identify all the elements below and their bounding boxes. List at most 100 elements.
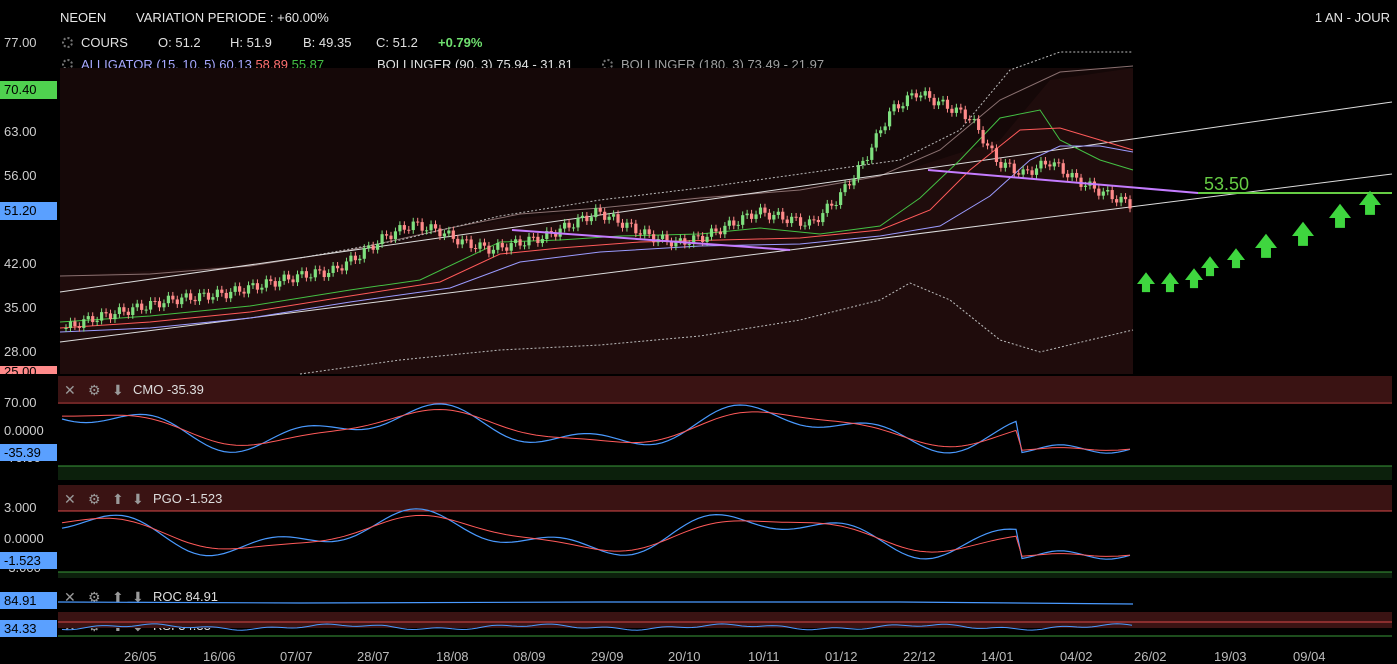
candle-body — [229, 291, 233, 299]
candle-body — [1008, 162, 1012, 164]
candle-body — [959, 107, 963, 110]
up-arrow-icon — [1201, 256, 1219, 277]
x-tick-label: 26/02 — [1134, 649, 1167, 664]
candle-body — [1115, 199, 1119, 203]
candle-body — [798, 217, 803, 226]
candle-body — [73, 321, 77, 327]
candle-body — [514, 239, 518, 244]
candle-body — [527, 236, 531, 246]
candle-body — [856, 165, 861, 179]
candle-body — [718, 231, 723, 235]
candle-body — [540, 238, 544, 244]
candle-body — [157, 301, 162, 308]
candle-body — [981, 129, 985, 144]
candle-body — [358, 258, 362, 261]
candle-body — [122, 307, 126, 312]
candle-body — [589, 217, 593, 222]
roc-line — [57, 601, 1134, 605]
candle-body — [741, 215, 745, 225]
candle-body — [1039, 160, 1043, 169]
candle-body — [126, 311, 130, 316]
candle-body — [1066, 173, 1070, 178]
candle-body — [843, 184, 847, 193]
candle-body — [291, 279, 295, 283]
candle-body — [968, 119, 972, 121]
candle-body — [598, 208, 602, 212]
candle-body — [251, 283, 255, 286]
candle-body — [932, 97, 936, 106]
up-arrow-icon — [1227, 248, 1245, 269]
candle-body — [162, 303, 166, 308]
price-chart[interactable]: 53.50 — [0, 0, 1397, 380]
candle-body — [398, 225, 402, 232]
up-arrow-icon — [1292, 221, 1314, 246]
candle-body — [785, 219, 789, 224]
candle-body — [206, 292, 211, 300]
candle-body — [870, 147, 874, 160]
candle-body — [594, 208, 598, 218]
candle-body — [905, 95, 910, 107]
candle-body — [883, 126, 887, 131]
candle-body — [1070, 172, 1074, 178]
candle-body — [300, 271, 304, 275]
candle-body — [1034, 168, 1039, 175]
candle-body — [977, 118, 981, 130]
candle-body — [144, 309, 148, 311]
candle-body — [660, 234, 665, 239]
candle-body — [282, 274, 286, 282]
candle-body — [393, 231, 398, 240]
candle-body — [629, 222, 633, 224]
up-arrow-icon — [1329, 203, 1351, 228]
candle-body — [776, 211, 780, 215]
candle-body — [1012, 163, 1016, 174]
candle-body — [425, 230, 429, 232]
candle-body — [852, 178, 856, 186]
candle-body — [496, 242, 500, 250]
candle-body — [402, 225, 406, 230]
candle-body — [465, 239, 469, 241]
candle-body — [166, 295, 170, 304]
candle-body — [945, 99, 950, 109]
candle-body — [607, 216, 611, 220]
x-tick-label: 28/07 — [357, 649, 390, 664]
candle-body — [732, 220, 736, 226]
candle-body — [135, 303, 139, 308]
x-tick-label: 20/10 — [668, 649, 701, 664]
candle-body — [264, 279, 268, 288]
candle-body — [585, 215, 589, 222]
candle-body — [322, 270, 326, 278]
x-tick-label: 08/09 — [513, 649, 546, 664]
candle-body — [189, 293, 193, 300]
candle-body — [331, 265, 335, 273]
candle-body — [197, 293, 202, 302]
candle-body — [335, 265, 340, 269]
up-arrow-icon — [1185, 268, 1203, 289]
candle-body — [830, 203, 834, 206]
x-tick-label: 09/04 — [1293, 649, 1326, 664]
candle-body — [928, 91, 932, 98]
candle-body — [736, 224, 740, 226]
candle-body — [794, 216, 798, 218]
candle-body — [847, 184, 852, 186]
candle-body — [211, 297, 215, 300]
candle-body — [353, 255, 357, 261]
candle-body — [1043, 160, 1048, 165]
candle-body — [273, 281, 277, 287]
candle-body — [202, 292, 206, 294]
pgo-line — [61, 508, 1131, 560]
candle-body — [709, 228, 714, 237]
candle-body — [509, 243, 513, 251]
up-arrow-icon — [1255, 233, 1277, 258]
candle-body — [563, 222, 567, 229]
candle-body — [505, 247, 509, 251]
candle-body — [763, 207, 767, 213]
candle-body — [518, 239, 522, 246]
candle-body — [367, 245, 371, 249]
candle-body — [371, 245, 375, 250]
candle-body — [451, 230, 455, 239]
candle-body — [714, 228, 718, 232]
candle-body — [148, 300, 153, 310]
x-tick-label: 29/09 — [591, 649, 624, 664]
candle-body — [994, 148, 999, 162]
candle-body — [456, 238, 460, 245]
